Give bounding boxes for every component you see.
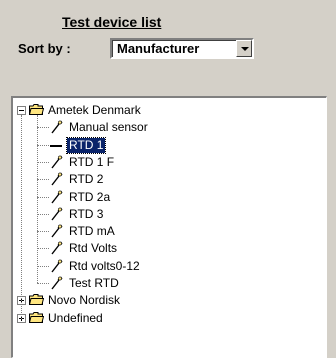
probe-icon [50,224,64,238]
tree-connector [37,115,38,283]
sort-by-value: Manufacturer [117,41,200,56]
folder-open-icon [28,104,45,115]
tree-connector [37,213,49,215]
tree-device-label: RTD 1 [65,136,107,154]
tree-device-node[interactable]: Rtd Volts [13,240,313,257]
probe-icon [50,276,64,290]
tree-group-node[interactable]: Ametek Denmark [13,102,313,119]
chevron-down-icon[interactable] [236,40,252,57]
tree-device-node[interactable]: RTD 1 F [13,154,313,171]
tree-group-label: Undefined [48,310,103,325]
tree-device-label: Test RTD [69,276,119,290]
tree-device-node[interactable]: RTD 3 [13,206,313,223]
tree-connector [37,127,49,129]
tree-device-node[interactable]: RTD 2a [13,189,313,206]
tree-device-label: RTD 3 [69,206,104,221]
probe-icon [50,172,64,186]
tree-device-node[interactable]: RTD mA [13,223,313,240]
sort-by-combobox[interactable]: Manufacturer [110,38,254,59]
tree-connector [21,115,22,319]
probe-icon [50,259,64,273]
tree-connector [37,144,49,146]
tree-device-label: Manual sensor [69,120,148,135]
probe-icon [50,155,64,169]
tree-device-node[interactable]: RTD 2 [13,171,313,188]
tree-device-node[interactable]: Test RTD [13,275,313,292]
folder-icon [28,294,45,306]
tree-connector [37,265,49,267]
probe-icon [50,241,64,255]
probe-icon [50,190,64,204]
tree-group-node[interactable]: Novo Nordisk [13,292,313,309]
tree-device-label: RTD 2a [69,189,111,204]
device-tree[interactable]: Ametek Denmark Manual sensor RTD 1 RTD 1 F R… [11,96,327,358]
tree-group-node[interactable]: Undefined [13,310,313,327]
collapse-icon[interactable] [17,106,26,115]
tree-connector [37,196,49,198]
tree-device-node[interactable]: Manual sensor [13,119,313,136]
tree-connector [37,283,49,284]
tree-device-label: Rtd volts0-12 [69,258,140,273]
tree-connector [37,179,49,181]
dash-icon [50,144,62,147]
tree-device-node[interactable]: Rtd volts0-12 [13,258,313,275]
probe-icon [50,120,64,134]
sort-by-label: Sort by : [18,41,71,56]
test-device-list-title: Test device list [62,14,162,30]
folder-icon [28,311,45,323]
tree-device-label: RTD mA [69,224,115,239]
tree-group-label: Ametek Denmark [48,103,141,117]
probe-icon [50,207,64,221]
tree-device-label: Rtd Volts [69,241,118,256]
tree-device-label: RTD 2 [69,172,104,187]
tree-group-label: Novo Nordisk [48,293,121,308]
tree-device-label: RTD 1 F [69,154,115,169]
tree-connector [37,161,49,163]
tree-device-node[interactable]: RTD 1 [13,136,313,154]
tree-connector [37,248,49,250]
tree-connector [37,231,49,233]
